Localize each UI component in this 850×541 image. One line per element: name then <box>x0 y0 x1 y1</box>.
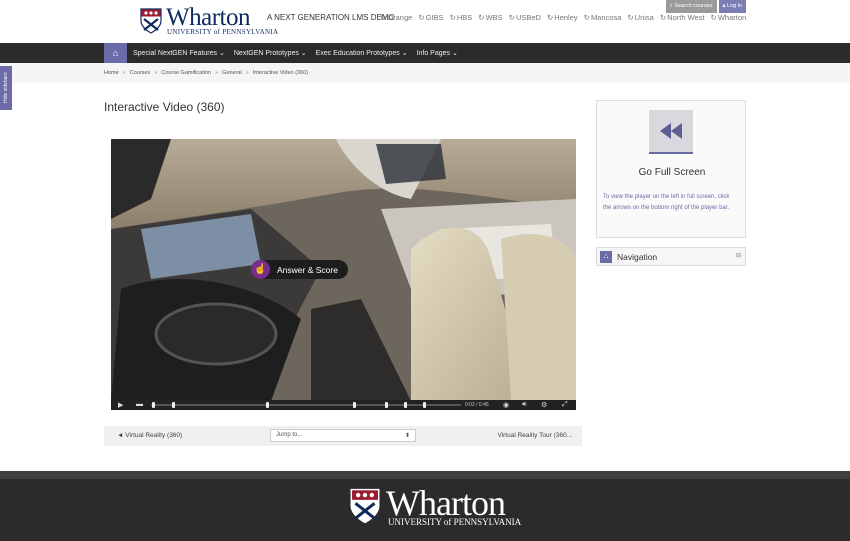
search-courses-button[interactable]: ⌕ Search courses <box>665 0 717 13</box>
interactive-video-player[interactable]: ☝ Answer & Score <box>111 139 576 410</box>
refresh-icon: ↻ <box>627 13 634 22</box>
refresh-icon: ↻ <box>380 13 387 22</box>
timeline-marker[interactable] <box>423 402 426 408</box>
school-link[interactable]: ↻Unisa <box>627 13 653 22</box>
answer-score-hotspot[interactable]: ☝ Answer & Score <box>251 260 348 279</box>
timeline-marker[interactable] <box>266 402 269 408</box>
fullscreen-icon[interactable]: ⤢ <box>562 401 568 409</box>
nav-exec-education[interactable]: Exec Education Prototypes ⌄ <box>316 49 408 57</box>
next-activity-link[interactable]: Virtual Reality Tour (360... <box>497 432 572 439</box>
home-icon[interactable]: ⌂ <box>104 43 127 63</box>
play-icon[interactable]: ▶ <box>118 401 123 409</box>
hotspot-label: Answer & Score <box>277 264 338 275</box>
wharton-logo[interactable]: Wharton UNIVERSITY of PENNSYLVANIA <box>140 4 278 36</box>
timeline-marker[interactable] <box>385 402 388 408</box>
chevron-down-icon: ⌄ <box>401 50 408 57</box>
timeline-marker[interactable] <box>152 402 155 408</box>
refresh-icon: ↻ <box>710 13 717 22</box>
rewind-arrows-icon <box>649 110 693 154</box>
go-fullscreen-block: Go Full Screen To view the player on the… <box>596 100 746 238</box>
breadcrumb-course[interactable]: Course Gamification <box>161 70 211 76</box>
school-link[interactable]: ↻Mancosa <box>584 13 622 22</box>
rewind-icon[interactable]: ▬ <box>136 401 143 408</box>
breadcrumb: Home» Courses» Course Gamification» Gene… <box>104 70 309 76</box>
school-link[interactable]: ↻HBS <box>450 13 473 22</box>
refresh-icon: ↻ <box>546 13 554 22</box>
breadcrumb-bar: Home» Courses» Course Gamification» Gene… <box>0 63 850 83</box>
select-caret-icon: ⬍ <box>404 433 410 439</box>
chevron-down-icon: ⌄ <box>219 50 225 57</box>
settings-icon[interactable]: ⚙ <box>541 401 547 409</box>
penn-shield-icon <box>350 488 380 524</box>
hand-pointer-icon: ☝ <box>251 260 270 279</box>
logo-subtitle: UNIVERSITY of PENNSYLVANIA <box>167 28 279 36</box>
refresh-icon: ↻ <box>659 13 667 22</box>
timeline-marker[interactable] <box>353 402 356 408</box>
jump-to-select[interactable]: Jump to... ⬍ <box>270 429 416 442</box>
360-view-icon[interactable]: ◉ <box>503 401 509 409</box>
hide-sidebars-tab[interactable]: Hide sidebars <box>0 66 12 110</box>
footer-logo-subtitle: UNIVERSITY of PENNSYLVANIA <box>388 517 522 527</box>
volume-icon[interactable]: 🔊︎ <box>522 401 526 409</box>
site-header: Wharton UNIVERSITY of PENNSYLVANIA A NEX… <box>0 0 850 43</box>
school-link[interactable]: ↻WBS <box>478 13 502 22</box>
breadcrumb-home[interactable]: Home <box>104 70 119 76</box>
refresh-icon: ↻ <box>478 13 485 22</box>
school-link[interactable]: ↻Henley <box>547 13 578 22</box>
nav-prototypes[interactable]: NextGEN Prototypes ⌄ <box>234 49 307 57</box>
previous-activity-link[interactable]: ◄ Virtual Reality (360) <box>117 432 182 439</box>
navigation-block[interactable]: ⛬ Navigation ⊟ <box>596 247 746 266</box>
footer-wharton-logo: Wharton UNIVERSITY of PENNSYLVANIA <box>350 482 521 528</box>
refresh-icon: ↻ <box>583 13 590 22</box>
nav-info-pages[interactable]: Info Pages ⌄ <box>417 49 458 57</box>
timeline-marker[interactable] <box>172 402 175 408</box>
top-buttons: ⌕ Search courses 🔒︎ Log in <box>665 0 746 13</box>
breadcrumb-section[interactable]: General <box>222 70 242 76</box>
main-navbar: ⌂ Special NextGEN Features ⌄ NextGEN Pro… <box>0 43 850 63</box>
breadcrumb-courses[interactable]: Courses <box>130 70 150 76</box>
video-timeline[interactable] <box>151 402 461 408</box>
collapse-block-icon[interactable]: ⊟ <box>736 252 741 259</box>
school-link[interactable]: ↻USBeD <box>509 13 541 22</box>
chevron-down-icon: ⌄ <box>451 50 458 57</box>
school-links: ↻Orange ↻GIBS ↻HBS ↻WBS ↻USBeD ↻Henley ↻… <box>380 13 746 22</box>
video-time: 0:02 / 0:45 <box>465 402 489 408</box>
login-button[interactable]: 🔒︎ Log in <box>718 0 746 13</box>
refresh-icon: ↻ <box>418 13 425 22</box>
refresh-icon: ↻ <box>449 13 456 22</box>
school-link[interactable]: ↻GIBS <box>418 13 443 22</box>
video-controls: ▶ ▬ 0:02 / 0:45 ◉ 🔊︎ ⚙ ⤢ <box>111 400 576 410</box>
school-link[interactable]: ↻Wharton <box>711 13 747 22</box>
demo-title: A NEXT GENERATION LMS DEMO <box>267 13 395 22</box>
refresh-icon: ↻ <box>508 13 515 22</box>
chevron-down-icon: ⌄ <box>300 50 307 57</box>
navigation-icon: ⛬ <box>600 251 612 263</box>
breadcrumb-current[interactable]: Interactive Video (360) <box>253 70 308 76</box>
school-link[interactable]: ↻Orange <box>380 13 412 22</box>
nav-special-features[interactable]: Special NextGEN Features ⌄ <box>133 49 225 57</box>
activity-pager: ◄ Virtual Reality (360) Jump to... ⬍ Vir… <box>104 426 582 446</box>
school-link[interactable]: ↻North West <box>660 13 705 22</box>
fullscreen-text: To view the player on the left in full s… <box>603 194 730 211</box>
fullscreen-title: Go Full Screen <box>638 167 706 178</box>
navigation-title: Navigation <box>617 252 658 262</box>
timeline-marker[interactable] <box>404 402 407 408</box>
page-title: Interactive Video (360) <box>104 100 225 114</box>
penn-shield-icon <box>140 8 162 34</box>
